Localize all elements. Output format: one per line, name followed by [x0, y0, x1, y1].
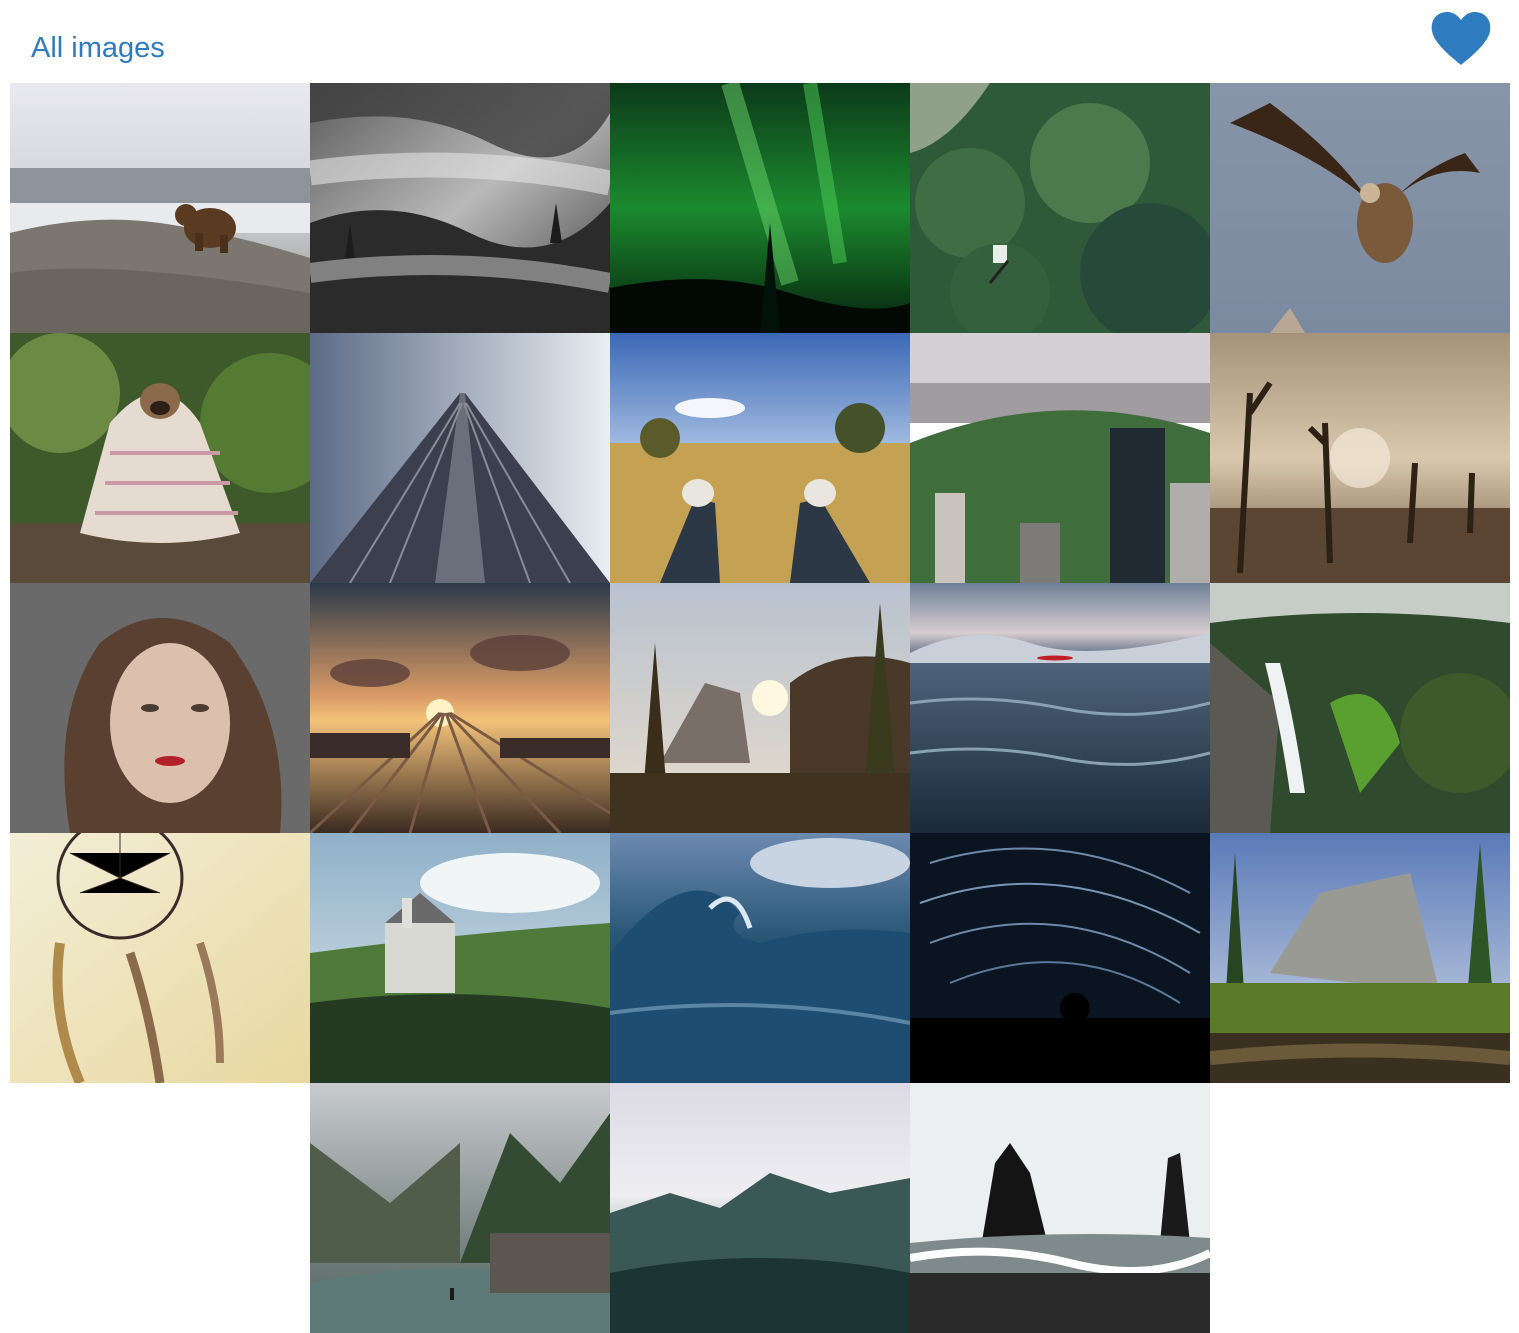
bear-image — [10, 83, 310, 333]
dead-trees-image — [1210, 333, 1510, 583]
image-tile-ocean-wave[interactable] — [610, 833, 910, 1083]
image-tile-lake-kayak[interactable] — [910, 583, 1210, 833]
misty-river-image — [310, 1083, 610, 1333]
image-tile-yosemite-valley[interactable] — [1210, 833, 1510, 1083]
aurora-image — [610, 83, 910, 333]
image-tile-rail-yard-sunset[interactable] — [310, 583, 610, 833]
waterfall-image — [1210, 583, 1510, 833]
woman-portrait-image — [10, 583, 310, 833]
favorites-button[interactable] — [1430, 12, 1492, 66]
image-tile-bear[interactable] — [10, 83, 310, 333]
image-tile-waterfall[interactable] — [1210, 583, 1510, 833]
heart-icon — [1431, 12, 1491, 65]
image-tile-vulture[interactable] — [1210, 83, 1510, 333]
lake-kayak-image — [910, 583, 1210, 833]
castle-image — [310, 833, 610, 1083]
dreamcatcher-image — [10, 833, 310, 1083]
rail-yard-sunset-image — [310, 583, 610, 833]
image-tile-sea-stacks[interactable] — [910, 1083, 1210, 1333]
image-tile-misty-river[interactable] — [310, 1083, 610, 1333]
gallery-page: All images — [0, 0, 1519, 1333]
pug-in-blanket-image — [10, 333, 310, 583]
image-tile-foggy-forest[interactable] — [310, 83, 610, 333]
star-trails-image — [910, 833, 1210, 1083]
image-tile-star-trails[interactable] — [910, 833, 1210, 1083]
sea-stacks-image — [910, 1083, 1210, 1333]
image-tile-mountain-biker[interactable] — [910, 83, 1210, 333]
image-tile-pug-in-blanket[interactable] — [10, 333, 310, 583]
foggy-forest-image — [310, 83, 610, 333]
vulture-image — [1210, 83, 1510, 333]
image-tile-skyscraper[interactable] — [310, 333, 610, 583]
image-tile-woman-portrait[interactable] — [10, 583, 310, 833]
image-tile-half-dome-sunrise[interactable] — [610, 583, 910, 833]
image-tile-cloudy-mountains[interactable] — [610, 1083, 910, 1333]
all-images-link[interactable]: All images — [31, 28, 165, 68]
image-tile-dead-trees[interactable] — [1210, 333, 1510, 583]
header: All images — [0, 0, 1519, 83]
central-park-image — [910, 333, 1210, 583]
image-tile-aurora[interactable] — [610, 83, 910, 333]
image-tile-central-park[interactable] — [910, 333, 1210, 583]
image-grid — [10, 83, 1510, 1333]
image-tile-dreamcatcher[interactable] — [10, 833, 310, 1083]
empty-cell — [1210, 1083, 1510, 1333]
sneakers-field-image — [610, 333, 910, 583]
ocean-wave-image — [610, 833, 910, 1083]
skyscraper-image — [310, 333, 610, 583]
mountain-biker-image — [910, 83, 1210, 333]
half-dome-sunrise-image — [610, 583, 910, 833]
empty-cell — [10, 1083, 310, 1333]
image-tile-castle[interactable] — [310, 833, 610, 1083]
yosemite-valley-image — [1210, 833, 1510, 1083]
image-tile-sneakers-field[interactable] — [610, 333, 910, 583]
cloudy-mountains-image — [610, 1083, 910, 1333]
